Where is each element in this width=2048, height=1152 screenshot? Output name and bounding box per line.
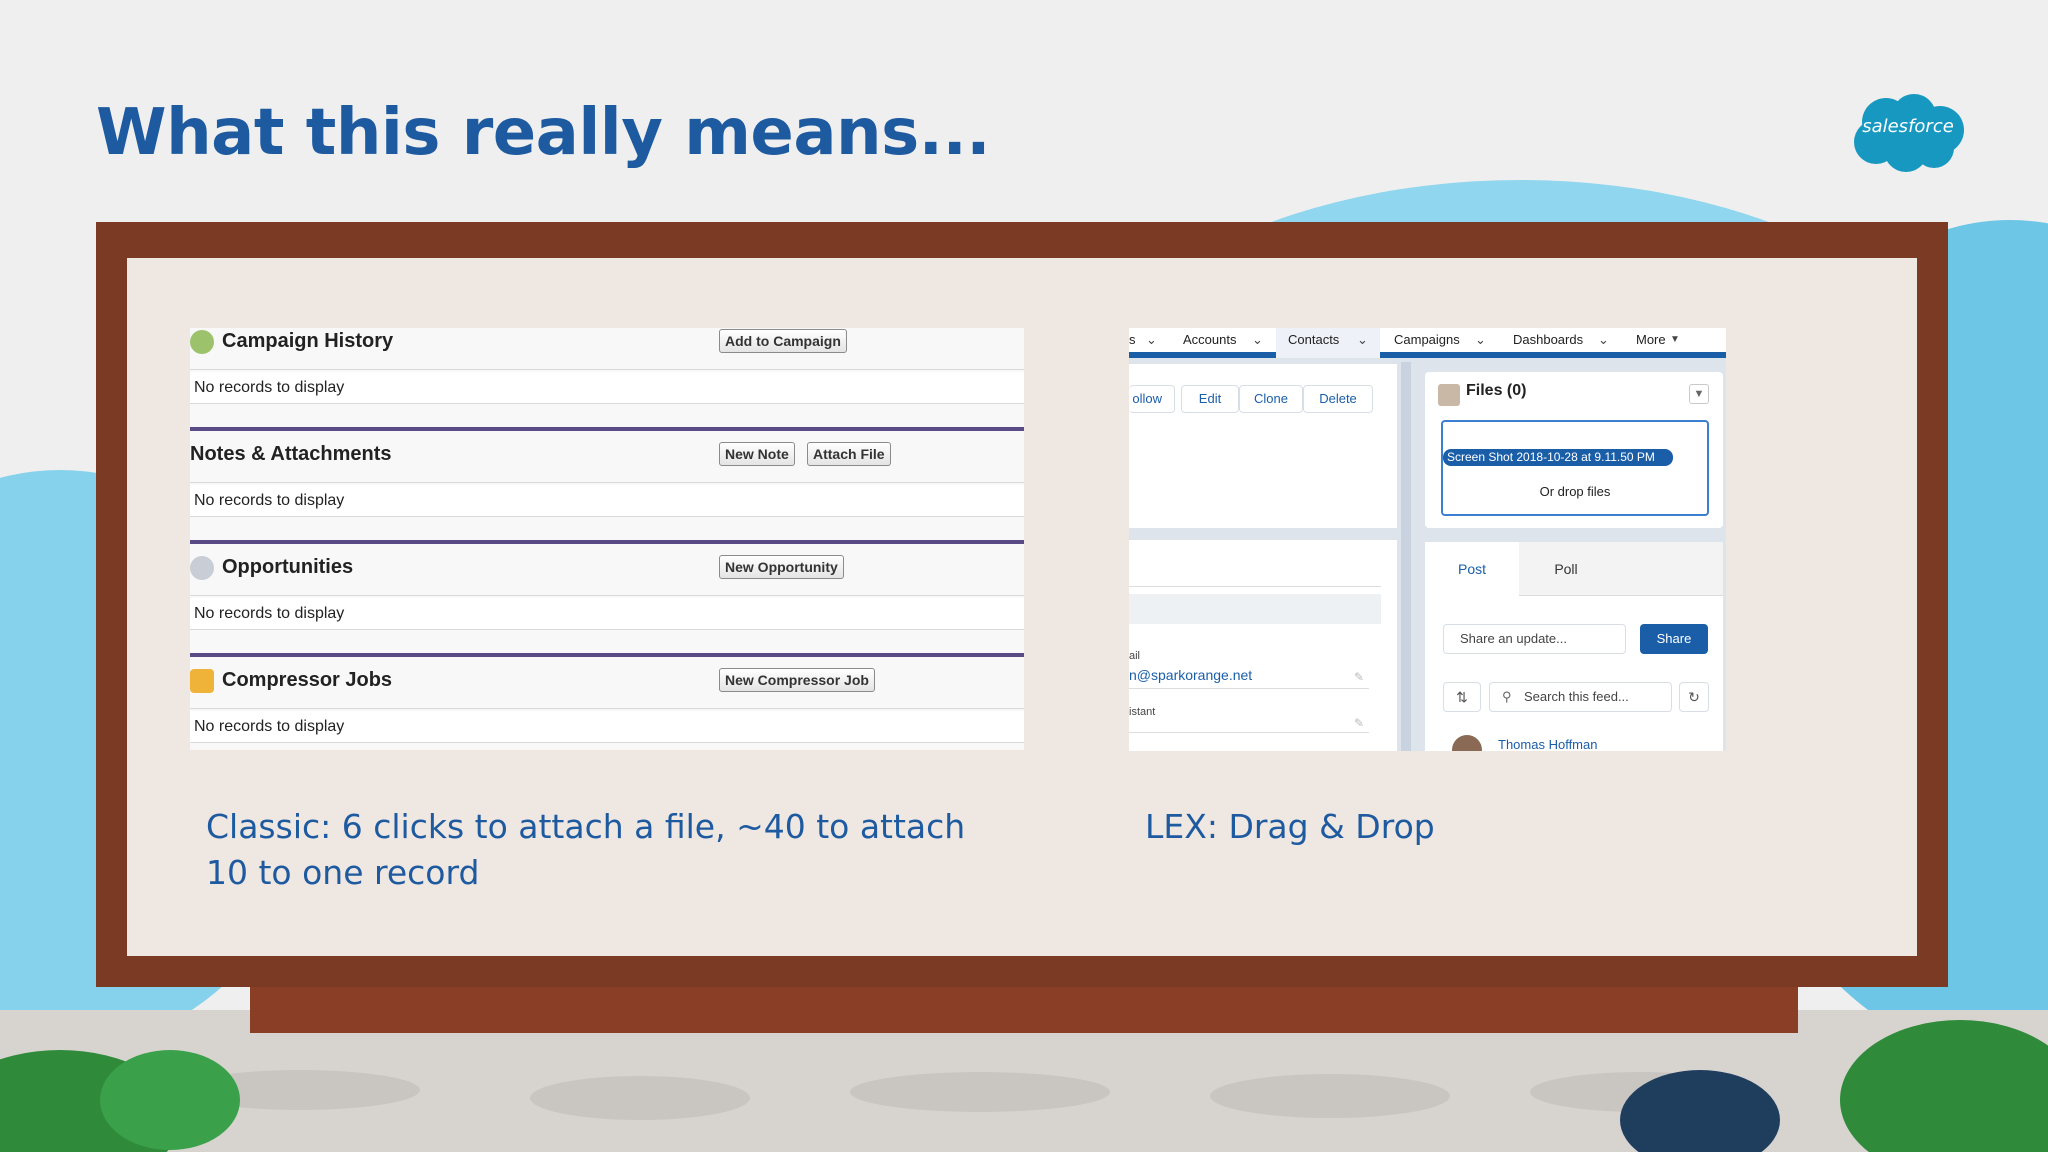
- follow-button[interactable]: ollow: [1129, 385, 1175, 413]
- new-note-button[interactable]: New Note: [719, 442, 795, 466]
- share-update-input[interactable]: Share an update...: [1443, 624, 1626, 654]
- nav-item-dashboards[interactable]: Dashboards: [1513, 328, 1583, 358]
- share-button[interactable]: Share: [1640, 624, 1708, 654]
- assistant-field-label: istant: [1129, 706, 1156, 718]
- new-compressor-job-button[interactable]: New Compressor Job: [719, 668, 875, 692]
- related-list-opportunities: Opportunities New Opportunity No records…: [190, 554, 1024, 656]
- section-divider: [190, 653, 1024, 657]
- related-list-body: No records to display: [190, 485, 1024, 517]
- related-list-body: No records to display: [190, 372, 1024, 404]
- related-list-header: Campaign History Add to Campaign: [190, 328, 1024, 370]
- related-list-header: Opportunities New Opportunity: [190, 554, 1024, 596]
- feed-search-placeholder: Search this feed...: [1524, 689, 1629, 704]
- board-base: [250, 987, 1798, 1033]
- chevron-down-icon[interactable]: ⌄: [1475, 328, 1486, 352]
- search-icon: ⚲: [1502, 689, 1512, 704]
- related-list-title: Notes & Attachments: [190, 443, 392, 465]
- lex-nav-bar: s ⌄ Accounts ⌄ Contacts ⌄ Campaigns ⌄ Da…: [1129, 328, 1726, 358]
- chevron-down-icon[interactable]: ⌄: [1146, 328, 1157, 352]
- record-header-card: ollow Edit Clone Delete: [1129, 364, 1397, 528]
- feed-tabs: Post Poll: [1425, 542, 1723, 596]
- details-divider: [1129, 586, 1381, 587]
- delete-button[interactable]: Delete: [1303, 385, 1373, 413]
- refresh-icon[interactable]: ↻: [1679, 682, 1709, 712]
- nav-item-accounts[interactable]: Accounts: [1183, 328, 1236, 358]
- tab-post[interactable]: Post: [1425, 542, 1519, 596]
- field-divider: [1129, 688, 1369, 689]
- column-splitter: [1401, 362, 1411, 751]
- related-list-title: Opportunities: [222, 556, 354, 578]
- email-field-value[interactable]: n@sparkorange.net: [1129, 667, 1252, 683]
- chevron-down-icon[interactable]: ⌄: [1252, 328, 1263, 352]
- related-list-campaign-history: Campaign History Add to Campaign No reco…: [190, 328, 1024, 430]
- tab-poll[interactable]: Poll: [1519, 542, 1613, 596]
- nav-item-campaigns[interactable]: Campaigns: [1394, 328, 1460, 358]
- related-list-body: No records to display: [190, 711, 1024, 743]
- add-to-campaign-button[interactable]: Add to Campaign: [719, 329, 847, 353]
- opportunity-icon: [190, 556, 214, 580]
- related-list-header: Compressor Jobs New Compressor Job: [190, 667, 1024, 709]
- empty-message: No records to display: [194, 379, 345, 396]
- edit-button[interactable]: Edit: [1181, 385, 1239, 413]
- related-list-body: No records to display: [190, 598, 1024, 630]
- classic-caption: Classic: 6 clicks to attach a file, ~40 …: [206, 807, 966, 892]
- avatar[interactable]: [1452, 735, 1482, 751]
- salesforce-logo-text: salesforce: [1862, 116, 1954, 137]
- edit-pencil-icon[interactable]: ✎: [1354, 670, 1364, 684]
- compressor-job-icon: [190, 669, 214, 693]
- lex-caption: LEX: Drag & Drop: [1145, 807, 1435, 846]
- related-list-title: Compressor Jobs: [222, 669, 393, 691]
- empty-message: No records to display: [194, 605, 345, 622]
- related-list-compressor-jobs: Compressor Jobs New Compressor Job No re…: [190, 667, 1024, 750]
- details-section-header: [1129, 594, 1381, 624]
- empty-message: No records to display: [194, 718, 345, 735]
- dragged-file-tag[interactable]: Screen Shot 2018-10-28 at 9.11.50 PM: [1443, 449, 1673, 466]
- related-list-header: Notes & Attachments New Note Attach File: [190, 441, 1024, 483]
- files-card: Files (0) ▼ Screen Shot 2018-10-28 at 9.…: [1425, 372, 1723, 528]
- nav-item-more[interactable]: More: [1636, 328, 1666, 358]
- clone-button[interactable]: Clone: [1239, 385, 1303, 413]
- related-list-title: Campaign History: [222, 330, 394, 352]
- chevron-down-icon[interactable]: ⌄: [1357, 328, 1368, 352]
- slide-title: What this really means...: [96, 96, 991, 170]
- related-list-notes-attachments: Notes & Attachments New Note Attach File…: [190, 441, 1024, 543]
- chevron-down-icon[interactable]: ⌄: [1598, 328, 1609, 352]
- attach-file-button[interactable]: Attach File: [807, 442, 891, 466]
- campaign-icon: [190, 330, 214, 354]
- chevron-down-icon[interactable]: ▼: [1689, 384, 1709, 404]
- record-details-card: ail n@sparkorange.net ✎ istant ✎: [1129, 540, 1397, 751]
- drop-files-text: Or drop files: [1539, 484, 1611, 499]
- field-divider: [1129, 732, 1369, 733]
- section-divider: [190, 427, 1024, 431]
- more-caret-icon[interactable]: ▼: [1670, 328, 1680, 352]
- nav-item-truncated[interactable]: s: [1129, 328, 1136, 358]
- lex-record-page-screenshot: s ⌄ Accounts ⌄ Contacts ⌄ Campaigns ⌄ Da…: [1129, 328, 1726, 751]
- feed-search-input[interactable]: ⚲ Search this feed...: [1489, 682, 1672, 712]
- chatter-feed-card: Post Poll Share an update... Share ⇅ ⚲ S…: [1425, 542, 1723, 751]
- sort-icon[interactable]: ⇅: [1443, 682, 1481, 712]
- classic-related-lists-screenshot: Campaign History Add to Campaign No reco…: [190, 328, 1024, 750]
- empty-message: No records to display: [194, 492, 345, 509]
- file-drop-zone[interactable]: Screen Shot 2018-10-28 at 9.11.50 PM Or …: [1441, 420, 1709, 516]
- feed-user-link[interactable]: Thomas Hoffman: [1498, 737, 1597, 751]
- files-title: Files (0): [1466, 382, 1527, 399]
- edit-pencil-icon[interactable]: ✎: [1354, 716, 1364, 730]
- email-field-label: ail: [1129, 650, 1141, 662]
- new-opportunity-button[interactable]: New Opportunity: [719, 555, 844, 579]
- files-icon: [1438, 384, 1460, 406]
- section-divider: [190, 540, 1024, 544]
